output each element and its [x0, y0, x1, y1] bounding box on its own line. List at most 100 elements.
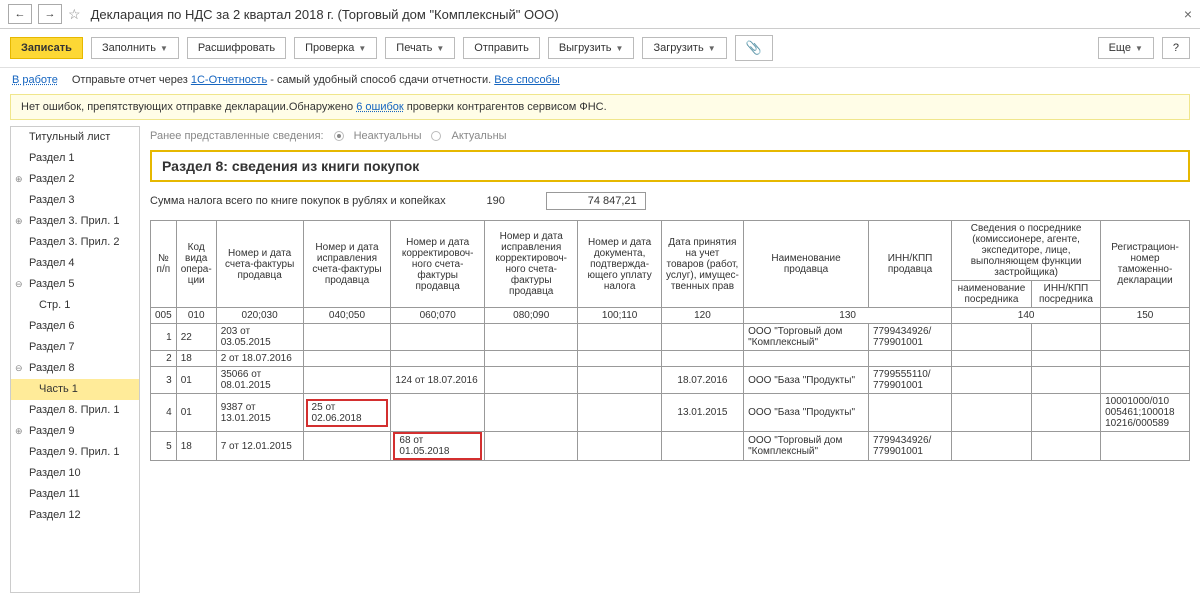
table-cell[interactable]: 01 — [176, 367, 216, 394]
sidebar-item[interactable]: Титульный лист — [11, 127, 139, 148]
table-cell[interactable]: 7 от 12.01.2015 — [216, 432, 303, 461]
table-cell[interactable] — [1101, 367, 1190, 394]
table-cell[interactable]: 7799555110/ 779901001 — [868, 367, 951, 394]
table-cell[interactable] — [661, 351, 743, 367]
expander-icon[interactable]: ⊕ — [15, 172, 23, 187]
check-button[interactable]: Проверка▼ — [294, 37, 377, 59]
table-row[interactable]: 30135066 от 08.01.2015124 от 18.07.20161… — [151, 367, 1190, 394]
more-button[interactable]: Еще▼ — [1098, 37, 1154, 59]
sidebar-item[interactable]: Раздел 7 — [11, 337, 139, 358]
table-cell[interactable] — [952, 324, 1032, 351]
table-cell[interactable] — [952, 351, 1032, 367]
sidebar-item[interactable]: Часть 1 — [11, 379, 139, 400]
table-cell[interactable] — [484, 324, 578, 351]
table-cell[interactable] — [1031, 394, 1100, 432]
table-cell[interactable]: 13.01.2015 — [661, 394, 743, 432]
sidebar-item[interactable]: Раздел 12 — [11, 505, 139, 526]
table-cell[interactable] — [1031, 324, 1100, 351]
methods-link[interactable]: Все способы — [494, 74, 560, 86]
table-cell[interactable]: 4 — [151, 394, 177, 432]
nav-back-button[interactable]: ← — [8, 4, 32, 24]
table-cell[interactable]: 18.07.2016 — [661, 367, 743, 394]
radio-not-actual[interactable] — [334, 131, 344, 141]
report-link[interactable]: 1С-Отчетность — [191, 74, 267, 86]
table-cell[interactable] — [391, 324, 485, 351]
sum-field[interactable]: 74 847,21 — [546, 192, 646, 210]
sidebar-item[interactable]: Раздел 4 — [11, 253, 139, 274]
sidebar-item[interactable]: Раздел 9. Прил. 1 — [11, 442, 139, 463]
table-cell[interactable] — [484, 367, 578, 394]
expander-icon[interactable]: ⊕ — [15, 214, 23, 229]
table-cell[interactable] — [578, 351, 661, 367]
table-cell[interactable]: 5 — [151, 432, 177, 461]
table-cell[interactable]: 10001000/010 005461;100018 10216/000589 — [1101, 394, 1190, 432]
table-cell[interactable] — [868, 394, 951, 432]
table-cell[interactable]: 7799434926/ 779901001 — [868, 432, 951, 461]
table-cell[interactable] — [303, 432, 391, 461]
table-cell[interactable] — [391, 351, 485, 367]
table-cell[interactable] — [578, 394, 661, 432]
table-cell[interactable]: 22 — [176, 324, 216, 351]
table-cell[interactable] — [303, 367, 391, 394]
sidebar-item[interactable]: ⊕Раздел 9 — [11, 421, 139, 442]
expander-icon[interactable]: ⊖ — [15, 277, 23, 292]
sidebar-item[interactable]: ⊕Раздел 3. Прил. 1 — [11, 211, 139, 232]
table-cell[interactable] — [1101, 351, 1190, 367]
table-cell[interactable] — [1031, 351, 1100, 367]
table-cell[interactable] — [578, 324, 661, 351]
sidebar-item[interactable]: Раздел 3 — [11, 190, 139, 211]
sidebar-item[interactable]: Раздел 1 — [11, 148, 139, 169]
table-cell[interactable]: 9387 от 13.01.2015 — [216, 394, 303, 432]
table-cell[interactable]: 01 — [176, 394, 216, 432]
expander-icon[interactable]: ⊕ — [15, 424, 23, 439]
print-button[interactable]: Печать▼ — [385, 37, 455, 59]
table-cell[interactable] — [1101, 324, 1190, 351]
table-cell[interactable] — [868, 351, 951, 367]
table-cell[interactable]: 68 от 01.05.2018 — [391, 432, 485, 461]
table-cell[interactable]: 35066 от 08.01.2015 — [216, 367, 303, 394]
table-cell[interactable] — [952, 394, 1032, 432]
errors-link[interactable]: 6 ошибок — [356, 101, 404, 113]
attach-button[interactable]: 📎 — [735, 35, 773, 61]
table-cell[interactable] — [578, 432, 661, 461]
table-cell[interactable]: ООО "Торговый дом "Комплексный" — [744, 432, 869, 461]
table-cell[interactable]: ООО "База "Продукты" — [744, 394, 869, 432]
status-link[interactable]: В работе — [12, 74, 58, 86]
sidebar-item[interactable]: Раздел 8. Прил. 1 — [11, 400, 139, 421]
send-button[interactable]: Отправить — [463, 37, 540, 59]
table-cell[interactable] — [303, 351, 391, 367]
write-button[interactable]: Записать — [10, 37, 83, 59]
table-row[interactable]: 4019387 от 13.01.201525 от 02.06.2018 13.… — [151, 394, 1190, 432]
table-row[interactable]: 5187 от 12.01.201568 от 01.05.2018ООО "Т… — [151, 432, 1190, 461]
load-button[interactable]: Загрузить▼ — [642, 37, 726, 59]
table-cell[interactable]: 2 от 18.07.2016 — [216, 351, 303, 367]
table-cell[interactable] — [303, 324, 391, 351]
table-cell[interactable] — [484, 432, 578, 461]
star-icon[interactable]: ☆ — [68, 6, 81, 23]
table-cell[interactable]: 18 — [176, 351, 216, 367]
table-cell[interactable]: ООО "Торговый дом "Комплексный" — [744, 324, 869, 351]
table-row[interactable]: 2182 от 18.07.2016 — [151, 351, 1190, 367]
table-row[interactable]: 122203 от 03.05.2015ООО "Торговый дом "К… — [151, 324, 1190, 351]
sidebar-item[interactable]: Стр. 1 — [11, 295, 139, 316]
table-cell[interactable]: ООО "База "Продукты" — [744, 367, 869, 394]
table-cell[interactable] — [1031, 367, 1100, 394]
sidebar-item[interactable]: ⊕Раздел 2 — [11, 169, 139, 190]
sidebar-item[interactable]: Раздел 3. Прил. 2 — [11, 232, 139, 253]
table-cell[interactable] — [661, 432, 743, 461]
sidebar-item[interactable]: ⊖Раздел 5 — [11, 274, 139, 295]
expander-icon[interactable]: ⊖ — [15, 361, 23, 376]
table-cell[interactable] — [744, 351, 869, 367]
table-cell[interactable] — [952, 432, 1032, 461]
upload-button[interactable]: Выгрузить▼ — [548, 37, 635, 59]
table-cell[interactable] — [1101, 432, 1190, 461]
table-cell[interactable]: 2 — [151, 351, 177, 367]
close-icon[interactable]: × — [1184, 6, 1192, 22]
table-cell[interactable] — [578, 367, 661, 394]
fill-button[interactable]: Заполнить▼ — [91, 37, 179, 59]
table-cell[interactable]: 203 от 03.05.2015 — [216, 324, 303, 351]
sidebar-item[interactable]: Раздел 11 — [11, 484, 139, 505]
nav-fwd-button[interactable]: → — [38, 4, 62, 24]
table-cell[interactable]: 25 от 02.06.2018 — [303, 394, 391, 432]
table-cell[interactable]: 3 — [151, 367, 177, 394]
